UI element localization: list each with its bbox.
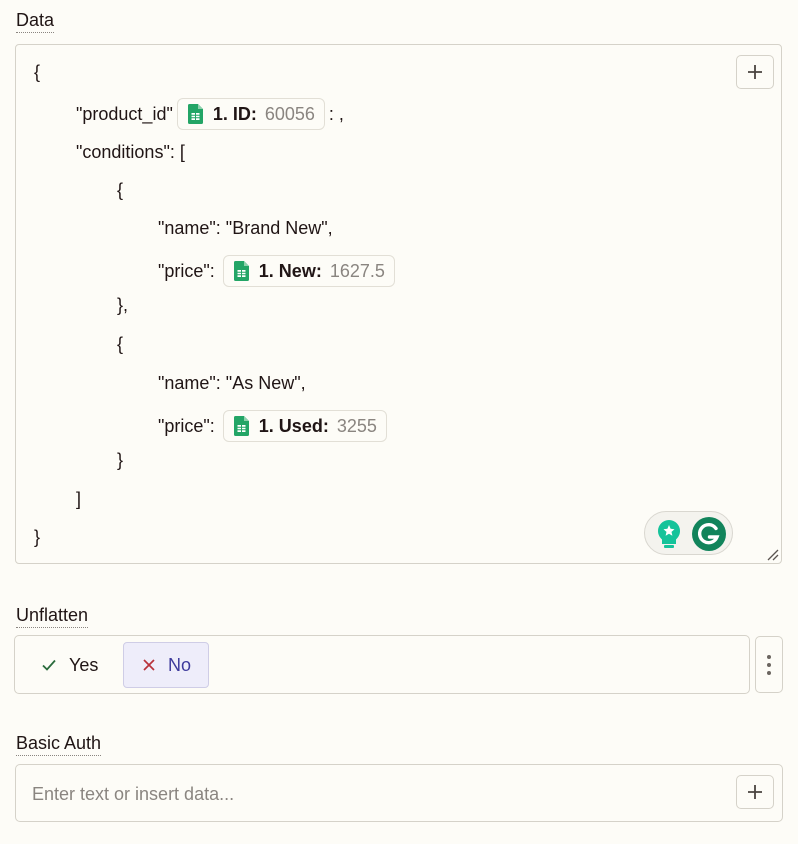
- basic-auth-input[interactable]: [32, 781, 722, 807]
- code-line-close-brace-1: },: [117, 295, 129, 315]
- price-key: "price":: [158, 416, 215, 436]
- x-icon: [143, 659, 155, 671]
- product-id-suffix: : ,: [328, 104, 344, 124]
- code-line-open-brace: {: [34, 62, 41, 82]
- grammarly-widget[interactable]: [644, 511, 733, 555]
- insert-data-button[interactable]: [736, 55, 774, 89]
- unflatten-toggle-group: Yes No: [14, 635, 750, 694]
- grammarly-icon: [692, 517, 726, 551]
- pill-id-label: 1. ID:: [212, 104, 257, 124]
- product-id-key: "product_id": [76, 104, 173, 124]
- pill-id-value: 60056: [264, 104, 315, 124]
- data-field-label: Data: [16, 9, 55, 33]
- unflatten-yes-option[interactable]: Yes: [25, 642, 125, 688]
- google-sheets-icon: [233, 416, 249, 436]
- pill-used-value: 3255: [336, 416, 377, 436]
- code-line-name-brand-new: "name": "Brand New",: [158, 218, 333, 238]
- code-line-name-as-new: "name": "As New",: [158, 373, 306, 393]
- plus-icon: [748, 65, 762, 79]
- code-line-product-id: "product_id" 1. ID: 60056 : ,: [76, 98, 344, 130]
- code-line-open-brace-1: {: [117, 180, 124, 200]
- yes-label: Yes: [69, 654, 99, 675]
- code-line-close-brace-2: }: [117, 450, 124, 470]
- kebab-menu-icon: [767, 654, 771, 659]
- price-key: "price":: [158, 261, 215, 281]
- pill-used-label: 1. Used:: [258, 416, 329, 436]
- data-pill-new[interactable]: 1. New: 1627.5: [222, 255, 395, 287]
- plus-icon: [748, 785, 762, 799]
- google-sheets-icon: [233, 261, 249, 281]
- data-pill-used[interactable]: 1. Used: 3255: [222, 410, 387, 442]
- code-line-price-new: "price": 1. New: 1627.5: [158, 255, 395, 287]
- resize-handle-icon[interactable]: [765, 547, 779, 561]
- code-line-price-used: "price": 1. Used: 3255: [158, 410, 387, 442]
- google-sheets-icon: [187, 104, 203, 124]
- code-line-close-bracket: ]: [76, 489, 82, 509]
- pill-new-label: 1. New:: [258, 261, 322, 281]
- basic-auth-field: [15, 764, 783, 822]
- unflatten-no-option[interactable]: No: [123, 642, 209, 688]
- insert-data-button[interactable]: [736, 775, 774, 809]
- lightbulb-icon: [658, 520, 680, 548]
- code-line-conditions: "conditions": [: [76, 142, 185, 162]
- unflatten-field-label: Unflatten: [16, 604, 89, 628]
- code-line-close-brace: }: [34, 527, 41, 547]
- basic-auth-field-label: Basic Auth: [16, 732, 102, 756]
- code-line-open-brace-2: {: [117, 334, 124, 354]
- pill-new-value: 1627.5: [329, 261, 385, 281]
- data-pill-id[interactable]: 1. ID: 60056: [176, 98, 325, 130]
- check-icon: [42, 659, 56, 671]
- unflatten-menu-button[interactable]: [755, 636, 783, 693]
- data-editor[interactable]: { "product_id" 1. ID: 60056 : , "conditi…: [15, 44, 782, 564]
- no-label: No: [168, 654, 192, 675]
